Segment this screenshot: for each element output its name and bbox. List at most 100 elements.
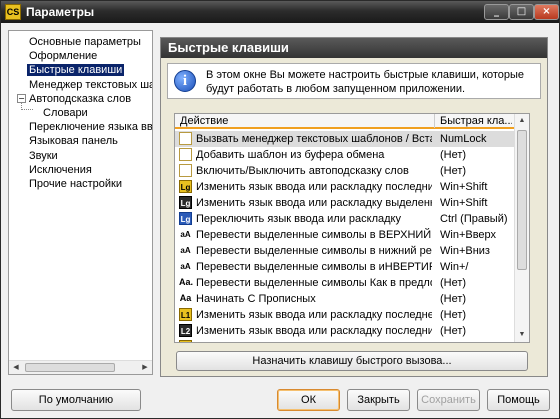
- table-vertical-scrollbar[interactable]: ▲ ▼: [514, 114, 529, 342]
- scroll-left-icon[interactable]: ◀: [10, 362, 22, 373]
- tree-item[interactable]: Быстрые клавиши: [27, 63, 125, 77]
- scroll-thumb[interactable]: [517, 130, 527, 270]
- row-hotkey: (Нет): [440, 325, 467, 337]
- scroll-down-icon[interactable]: ▼: [516, 329, 528, 341]
- tree-item[interactable]: Основные параметры: [27, 35, 143, 49]
- tree-item-label: Звуки: [29, 149, 58, 162]
- row-hotkey: (Нет): [440, 149, 467, 161]
- title-bar[interactable]: CS Параметры _ □ ×: [1, 1, 559, 23]
- save-button[interactable]: Сохранить: [417, 389, 480, 411]
- row-hotkey: (Нет): [440, 293, 467, 305]
- tree-item-label: Автоподсказка слов: [29, 92, 132, 105]
- row-action: Перевести выделенные символы в ВЕРХНИЙ Р…: [196, 229, 432, 241]
- row-action: Вызвать менеджер текстовых шаблонов / Вс…: [196, 133, 432, 145]
- info-text: В этом окне Вы можете настроить быстрые …: [206, 69, 525, 95]
- tree-item[interactable]: Исключения: [27, 163, 94, 177]
- lg-yellow-icon: Lg: [179, 180, 192, 193]
- table-row[interactable]: Включить/Выключить автоподсказку слов (Не…: [175, 163, 515, 179]
- row-hotkey: NumLock: [440, 133, 487, 145]
- tree-connector: [21, 103, 33, 110]
- table-row[interactable]: Lg Переключить язык ввода или раскладку Ct…: [175, 211, 515, 227]
- panel-title: Быстрые клавиши: [161, 38, 547, 58]
- tree-item-label: Переключение языка ввод: [29, 121, 153, 134]
- scroll-up-icon[interactable]: ▲: [516, 115, 528, 127]
- row-action: Начинать С Прописных: [196, 293, 316, 305]
- tree-item[interactable]: Звуки: [27, 149, 60, 163]
- info-icon: i: [174, 70, 196, 92]
- table-row[interactable]: L1 Изменить язык ввода или раскладку посл…: [175, 307, 515, 323]
- scroll-thumb[interactable]: [25, 363, 115, 372]
- window-title: Параметры: [26, 5, 95, 19]
- column-divider[interactable]: [434, 114, 435, 128]
- settings-tree[interactable]: Основные параметры Оформление Быстрые клав…: [8, 30, 153, 375]
- column-header-hotkey[interactable]: Быстрая кла...: [440, 115, 512, 127]
- column-header-action[interactable]: Действие: [180, 115, 435, 127]
- tree-item-label: Основные параметры: [29, 36, 141, 48]
- table-row[interactable]: L2 Изменить язык ввода или раскладку посл…: [175, 323, 515, 339]
- row-hotkey: Win+Вверх: [440, 229, 497, 241]
- table-row[interactable]: Lg Изменить язык ввода или раскладку выде…: [175, 195, 515, 211]
- row-action: Изменить язык ввода или раскладку послед…: [196, 325, 432, 337]
- row-hotkey: (Нет): [440, 309, 467, 321]
- assign-hotkey-button[interactable]: Назначить клавишу быстрого вызова...: [176, 351, 528, 371]
- row-hotkey: (Нет): [440, 339, 512, 342]
- case-sentence-icon: Aa.: [179, 277, 194, 287]
- tree-item[interactable]: Словари: [41, 106, 90, 120]
- defaults-button[interactable]: По умолчанию: [11, 389, 141, 411]
- hotkeys-panel: Быстрые клавиши i В этом окне Вы можете …: [160, 37, 548, 377]
- row-action: Перевести выделенные символы в иНВЕРТИРО…: [196, 261, 432, 273]
- help-button[interactable]: Помощь: [487, 389, 550, 411]
- table-row[interactable]: aA Перевести выделенные символы в нижний …: [175, 243, 515, 259]
- maximize-button[interactable]: □: [509, 4, 534, 20]
- row-action: Добавить шаблон из буфера обмена: [196, 149, 385, 161]
- minimize-button[interactable]: _: [484, 4, 509, 20]
- row-hotkey: Win+Shift: [440, 197, 488, 209]
- tree-item-label: Исключения: [29, 163, 92, 176]
- hotkeys-table: Действие Быстрая кла... Вызвать менеджер…: [174, 113, 530, 343]
- case-invert-icon: aA: [180, 262, 191, 271]
- close-window-button[interactable]: ×: [534, 4, 559, 20]
- scroll-right-icon[interactable]: ▶: [139, 362, 151, 373]
- table-row[interactable]: L3 Изменить язык ввода или раскладку посл…: [175, 339, 515, 342]
- table-row[interactable]: Lg Изменить язык ввода или раскладку посл…: [175, 179, 515, 195]
- tree-item[interactable]: Переключение языка ввод: [27, 120, 153, 134]
- tree-item-label: Менеджер текстовых шабл: [29, 78, 152, 91]
- row-action: Переключить язык ввода или раскладку: [196, 213, 401, 225]
- tree-horizontal-scrollbar[interactable]: ◀ ▶: [9, 360, 152, 374]
- app-icon: CS: [5, 4, 21, 20]
- row-hotkey: (Нет): [440, 165, 467, 177]
- row-hotkey: Win+Вниз: [440, 245, 490, 257]
- info-box: i В этом окне Вы можете настроить быстры…: [167, 63, 541, 99]
- row-action: Изменить язык ввода или раскладку послед…: [196, 339, 432, 342]
- row-action: Включить/Выключить автоподсказку слов: [196, 165, 409, 177]
- tree-item[interactable]: Менеджер текстовых шабл: [27, 78, 152, 92]
- table-header: Действие Быстрая кла...: [175, 114, 515, 129]
- document-no-icon: [179, 164, 192, 177]
- l2-icon: L2: [179, 324, 192, 337]
- case-upper-icon: aA: [180, 230, 191, 239]
- table-row[interactable]: Aa Начинать С Прописных (Нет): [175, 291, 515, 307]
- tree-item[interactable]: Оформление: [27, 49, 99, 63]
- window-body: Основные параметры Оформление Быстрые клав…: [1, 23, 559, 418]
- tree-item[interactable]: Автоподсказка слов: [27, 92, 133, 106]
- tree-item-label: Оформление: [29, 50, 98, 63]
- l3-icon: L3: [179, 340, 192, 342]
- ok-button[interactable]: ОК: [277, 389, 340, 411]
- tree-collapse-icon[interactable]: −: [17, 94, 26, 103]
- lg-dark-icon: Lg: [179, 196, 192, 209]
- row-hotkey: Win+Shift: [440, 181, 488, 193]
- tree-item[interactable]: Языковая панель: [27, 134, 120, 148]
- row-action: Перевести выделенные символы в нижний ре…: [196, 245, 432, 257]
- table-row[interactable]: Вызвать менеджер текстовых шаблонов / Вс…: [175, 131, 515, 147]
- table-row[interactable]: Aa. Перевести выделенные символы Как в пр…: [175, 275, 515, 291]
- table-row[interactable]: aA Перевести выделенные символы в иНВЕРТИ…: [175, 259, 515, 275]
- row-hotkey: Win+/: [440, 261, 469, 273]
- case-title-icon: Aa: [179, 293, 192, 303]
- table-row[interactable]: Добавить шаблон из буфера обмена (Нет): [175, 147, 515, 163]
- tree-item-label: Прочие настройки: [29, 178, 123, 190]
- row-action: Перевести выделенные символы Как в предл…: [196, 277, 432, 289]
- row-hotkey: (Нет): [440, 277, 467, 289]
- table-row[interactable]: aA Перевести выделенные символы в ВЕРХНИЙ…: [175, 227, 515, 243]
- close-button[interactable]: Закрыть: [347, 389, 410, 411]
- tree-item[interactable]: Прочие настройки: [27, 177, 124, 191]
